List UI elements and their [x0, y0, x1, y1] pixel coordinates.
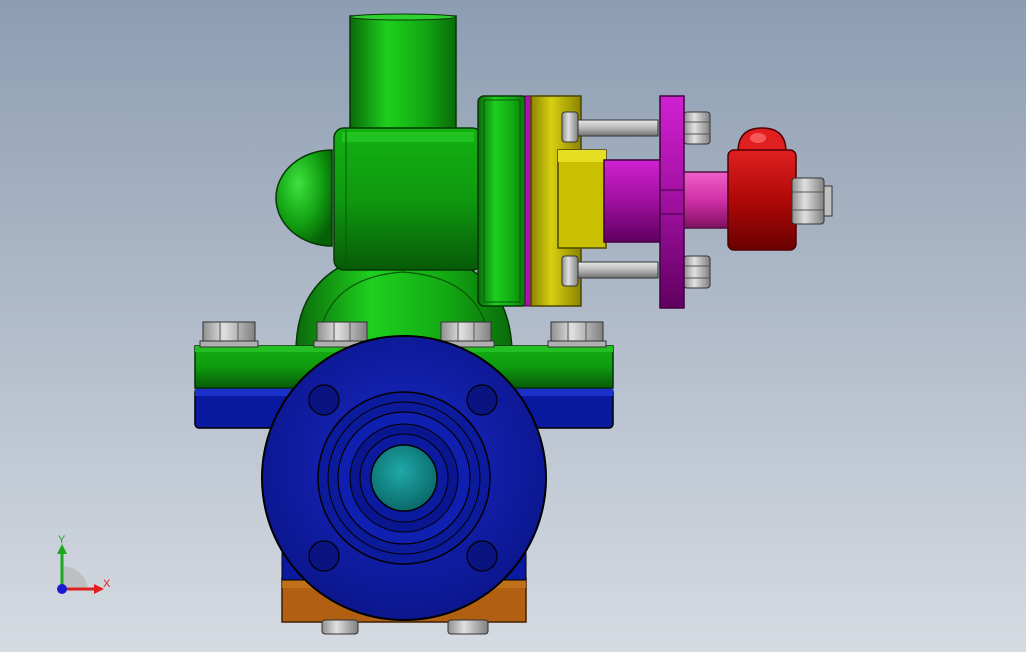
gasket — [524, 95, 532, 307]
cad-model-view[interactable]: Y X — [0, 0, 1026, 652]
red-end-cap[interactable] — [727, 127, 797, 251]
z-axis-dot — [57, 584, 67, 594]
flange-hole — [308, 540, 340, 572]
x-axis-label: X — [103, 578, 111, 590]
cad-viewport[interactable]: Y X — [0, 0, 1026, 652]
pink-shaft[interactable] — [683, 171, 733, 229]
top-cylinder[interactable] — [349, 13, 457, 139]
green-flange-plate[interactable] — [477, 95, 529, 307]
flange-hole — [466, 384, 498, 416]
flange-hole — [308, 384, 340, 416]
flange-bore[interactable] — [370, 444, 438, 512]
flange-hole — [466, 540, 498, 572]
y-axis-label: Y — [58, 534, 66, 546]
main-body[interactable] — [333, 127, 483, 271]
